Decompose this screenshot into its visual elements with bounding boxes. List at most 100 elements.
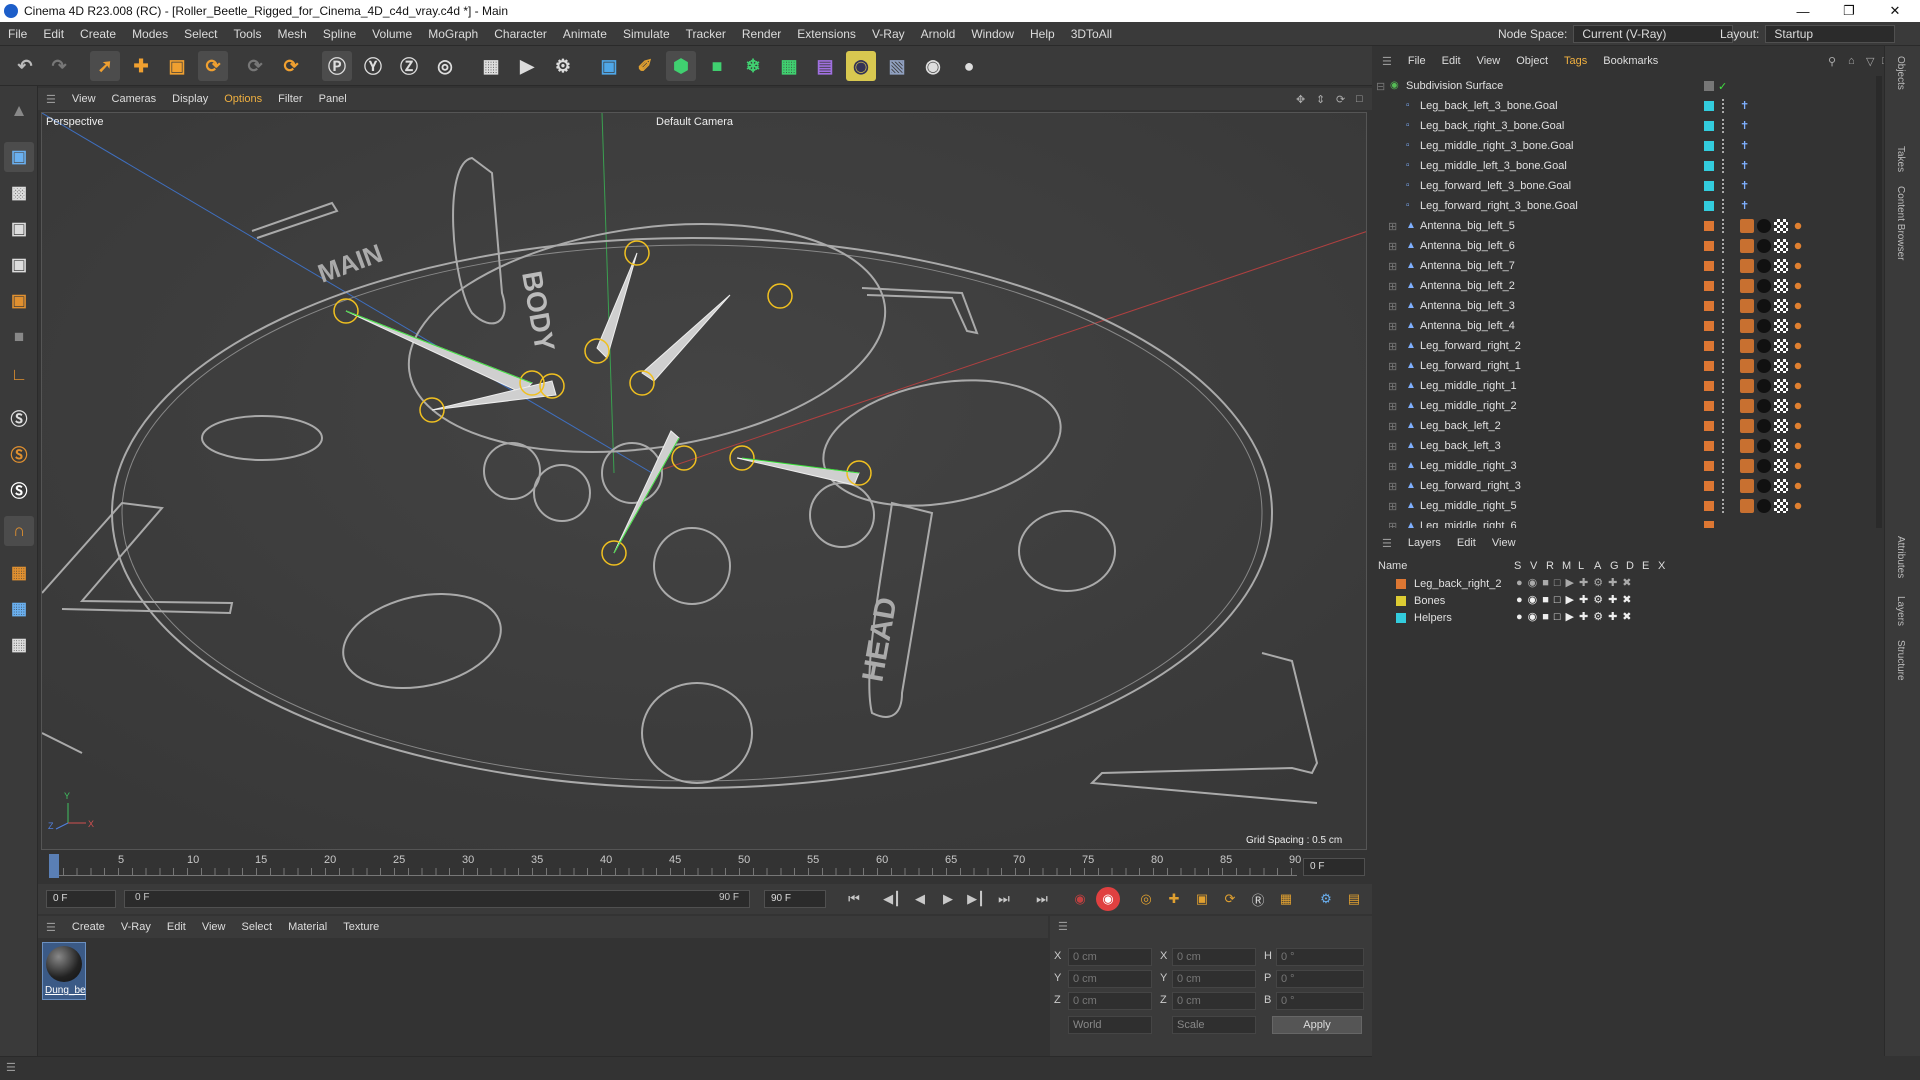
workplane-icon[interactable]: ▦ bbox=[4, 558, 34, 588]
viewport-menu-panel[interactable]: Panel bbox=[311, 93, 355, 105]
size-z-field[interactable]: 0 cm bbox=[1172, 992, 1256, 1010]
menu-render[interactable]: Render bbox=[734, 27, 789, 41]
snap-settings-icon[interactable]: Ⓢ bbox=[4, 438, 34, 468]
grid-snap-icon[interactable]: ▦ bbox=[4, 594, 34, 624]
viewport-menu-display[interactable]: Display bbox=[164, 93, 216, 105]
minimize-icon[interactable]: — bbox=[1780, 0, 1826, 22]
object-row[interactable]: ⊞ ▲ Antenna_big_left_7 bbox=[1376, 256, 1884, 276]
layers-menu-edit[interactable]: Edit bbox=[1449, 537, 1484, 549]
previous-frame-icon[interactable]: ◀ bbox=[908, 887, 932, 911]
objects-menu-edit[interactable]: Edit bbox=[1434, 55, 1469, 67]
object-row[interactable]: ⊞ ▲ Leg_forward_right_3 bbox=[1376, 476, 1884, 496]
material-menu-view[interactable]: View bbox=[194, 921, 234, 933]
axis-mode-icon[interactable]: ∟ bbox=[4, 360, 34, 390]
object-row[interactable]: ▫ Leg_forward_right_3_bone.Goal ✝ bbox=[1376, 196, 1884, 216]
menu-extensions[interactable]: Extensions bbox=[789, 27, 864, 41]
menu-create[interactable]: Create bbox=[72, 27, 124, 41]
model-mode-icon[interactable]: ▣ bbox=[4, 142, 34, 172]
edges-mode-icon[interactable]: ▣ bbox=[4, 250, 34, 280]
layer-flag-icons[interactable]: ●◉■□▶✚⚙✚✖ bbox=[1516, 610, 1637, 623]
timeline-ruler[interactable]: 0 5 10 15 20 25 30 35 40 45 50 55 60 65 … bbox=[41, 852, 1367, 882]
object-row[interactable]: ▫ Leg_middle_left_3_bone.Goal ✝ bbox=[1376, 156, 1884, 176]
menu-window[interactable]: Window bbox=[963, 27, 1022, 41]
position-z-field[interactable]: 0 cm bbox=[1068, 992, 1152, 1010]
record-icon[interactable]: ◉ bbox=[1068, 887, 1092, 911]
viewport-menu-options[interactable]: Options bbox=[216, 93, 270, 105]
coordinate-system-dropdown[interactable]: World bbox=[1068, 1016, 1152, 1034]
material-menu-create[interactable]: Create bbox=[64, 921, 113, 933]
go-to-end-icon[interactable]: ⏭ bbox=[1030, 887, 1054, 911]
render-view-icon[interactable]: ▶ bbox=[512, 51, 542, 81]
redo-icon[interactable]: ↷ bbox=[44, 51, 74, 81]
object-row[interactable]: ⊞ ▲ Leg_middle_right_3 bbox=[1376, 456, 1884, 476]
menu-3dtoall[interactable]: 3DToAll bbox=[1063, 27, 1120, 41]
current-frame-field[interactable]: 0 F bbox=[1303, 858, 1365, 876]
close-icon[interactable]: ✕ bbox=[1872, 0, 1918, 22]
camera-icon[interactable]: ◉ bbox=[918, 51, 948, 81]
layer-flag-icons[interactable]: ●◉■□▶✚⚙✚✖ bbox=[1516, 593, 1637, 606]
object-row[interactable]: ⊞ ▲ Leg_middle_right_2 bbox=[1376, 396, 1884, 416]
size-y-field[interactable]: 0 cm bbox=[1172, 970, 1256, 988]
extrude-generator-icon[interactable]: ■ bbox=[702, 51, 732, 81]
pen-spline-icon[interactable]: ✐ bbox=[630, 51, 660, 81]
material-swatch[interactable]: Dung_be bbox=[42, 942, 86, 1000]
menu-modes[interactable]: Modes bbox=[124, 27, 176, 41]
select-tool-icon[interactable]: ➚ bbox=[90, 51, 120, 81]
object-row[interactable]: ⊞ ▲ Antenna_big_left_3 bbox=[1376, 296, 1884, 316]
objects-menu-tags[interactable]: Tags bbox=[1556, 55, 1595, 67]
workplane-lock-icon[interactable]: ▦ bbox=[4, 630, 34, 660]
menu-select[interactable]: Select bbox=[176, 27, 225, 41]
material-menu-vray[interactable]: V-Ray bbox=[113, 921, 159, 933]
menu-vray[interactable]: V-Ray bbox=[864, 27, 913, 41]
menu-mograph[interactable]: MoGraph bbox=[420, 27, 486, 41]
layer-color-swatch[interactable] bbox=[1396, 596, 1406, 606]
next-key-icon[interactable]: ⏭ bbox=[992, 887, 1016, 911]
layer-flag-icons[interactable]: ●◉■□▶✚⚙✚✖ bbox=[1516, 576, 1637, 589]
size-x-field[interactable]: 0 cm bbox=[1172, 948, 1256, 966]
scale-tool-icon[interactable]: ▣ bbox=[162, 51, 192, 81]
tab-attributes[interactable]: Attributes bbox=[1895, 536, 1906, 578]
restore-icon[interactable]: ❐ bbox=[1826, 0, 1872, 22]
object-row[interactable]: ▫ Leg_back_right_3_bone.Goal ✝ bbox=[1376, 116, 1884, 136]
object-row[interactable]: ⊞ ▲ Antenna_big_left_4 bbox=[1376, 316, 1884, 336]
layer-row[interactable]: Leg_back_right_2 ●◉■□▶✚⚙✚✖ bbox=[1376, 576, 1882, 593]
world-coordinates-icon[interactable]: ◎ bbox=[430, 51, 460, 81]
layers-menu-view[interactable]: View bbox=[1484, 537, 1524, 549]
rotation-h-field[interactable]: 0 ° bbox=[1276, 948, 1364, 966]
object-row[interactable]: ▫ Leg_back_left_3_bone.Goal ✝ bbox=[1376, 96, 1884, 116]
x-axis-lock-icon[interactable]: Ⓟ bbox=[322, 51, 352, 81]
position-x-field[interactable]: 0 cm bbox=[1068, 948, 1152, 966]
menu-animate[interactable]: Animate bbox=[555, 27, 615, 41]
viewport-maximize-icon[interactable]: □ bbox=[1348, 93, 1371, 105]
light-icon[interactable]: ● bbox=[954, 51, 984, 81]
tab-content-browser[interactable]: Content Browser bbox=[1895, 186, 1906, 260]
objects-menu-icon[interactable]: ☰ bbox=[1374, 55, 1400, 68]
rotation-p-field[interactable]: 0 ° bbox=[1276, 970, 1364, 988]
object-row[interactable]: ⊞ ▲ Leg_back_left_3 bbox=[1376, 436, 1884, 456]
tab-objects[interactable]: Objects bbox=[1895, 56, 1906, 90]
size-mode-dropdown[interactable]: Scale bbox=[1172, 1016, 1256, 1034]
status-menu-icon[interactable]: ☰ bbox=[6, 1061, 16, 1074]
object-row[interactable]: ⊞ ▲ Antenna_big_left_5 bbox=[1376, 216, 1884, 236]
array-icon[interactable]: ▦ bbox=[774, 51, 804, 81]
menu-spline[interactable]: Spline bbox=[315, 27, 364, 41]
menu-file[interactable]: File bbox=[0, 27, 35, 41]
menu-mesh[interactable]: Mesh bbox=[269, 27, 314, 41]
menu-tracker[interactable]: Tracker bbox=[678, 27, 734, 41]
uv-mode-icon[interactable]: ■ bbox=[4, 322, 34, 352]
menu-edit[interactable]: Edit bbox=[35, 27, 72, 41]
motion-system-icon[interactable]: ⚙ bbox=[1314, 887, 1338, 911]
material-menu-select[interactable]: Select bbox=[234, 921, 281, 933]
render-settings-icon[interactable]: ⚙ bbox=[548, 51, 578, 81]
key-parameter-icon[interactable]: Ⓡ bbox=[1246, 887, 1270, 911]
recent-tool-icon[interactable]: ⟳ bbox=[240, 51, 270, 81]
y-axis-lock-icon[interactable]: Ⓨ bbox=[358, 51, 388, 81]
z-axis-lock-icon[interactable]: Ⓩ bbox=[394, 51, 424, 81]
objects-menu-bookmarks[interactable]: Bookmarks bbox=[1595, 55, 1666, 67]
material-menu-texture[interactable]: Texture bbox=[335, 921, 387, 933]
last-tool-icon[interactable]: ⟳ bbox=[276, 51, 306, 81]
autokey-icon[interactable]: ◉ bbox=[1096, 887, 1120, 911]
material-menu-material[interactable]: Material bbox=[280, 921, 335, 933]
object-row[interactable]: ▫ Leg_middle_right_3_bone.Goal ✝ bbox=[1376, 136, 1884, 156]
frame-range-slider[interactable]: 0 F 90 F bbox=[124, 890, 750, 908]
